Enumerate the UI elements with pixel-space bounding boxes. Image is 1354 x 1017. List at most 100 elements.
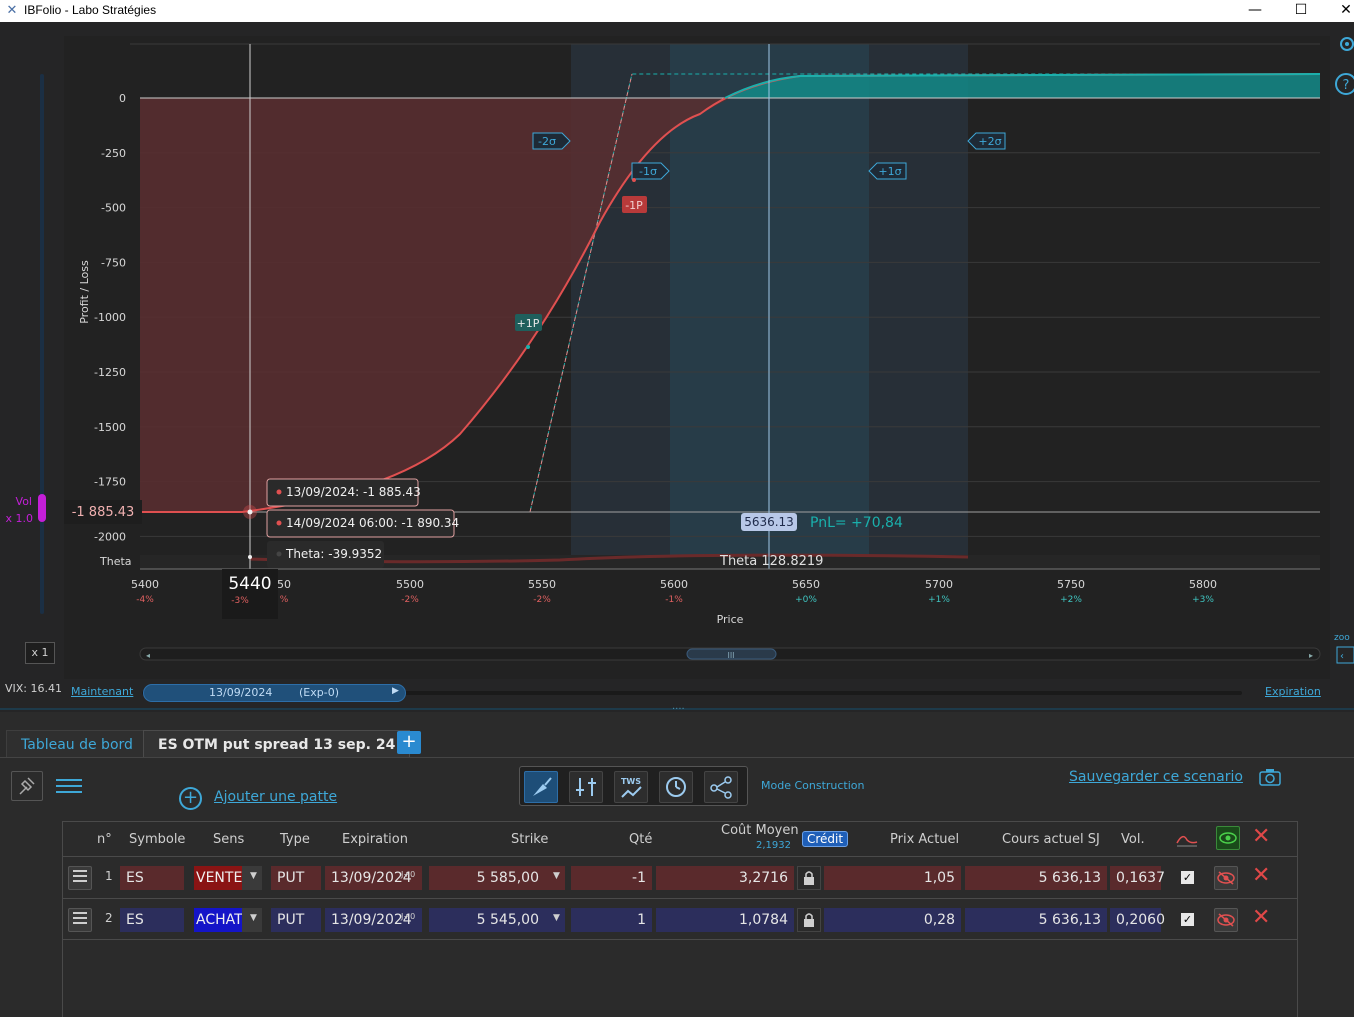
table-row: 2 ES ACHAT ▼ PUT J+0 13/09/2024 5 545,00…: [63, 898, 1297, 940]
symbol-cell[interactable]: ES: [120, 866, 184, 890]
add-leg-plus-icon[interactable]: +: [179, 787, 202, 810]
type-cell[interactable]: PUT: [271, 908, 321, 932]
settings-gear-icon[interactable]: [1340, 37, 1354, 51]
share-button[interactable]: [704, 771, 738, 803]
sigma-marker-minus2[interactable]: -2σ: [532, 132, 571, 150]
camera-icon[interactable]: [1258, 767, 1282, 787]
close-button[interactable]: ✕: [1323, 0, 1354, 22]
strike-cell[interactable]: 5 585,00: [429, 866, 565, 890]
drag-handle-icon[interactable]: [68, 866, 92, 890]
tws-icon: TWS: [621, 777, 642, 798]
header-symbol: Symbole: [129, 832, 186, 847]
sigma-marker-plus2[interactable]: +2σ: [967, 132, 1006, 150]
type-cell[interactable]: PUT: [271, 866, 321, 890]
zoom-reset-button[interactable]: x 1: [25, 642, 55, 664]
vol-slider-track[interactable]: [40, 74, 44, 614]
qty-cell[interactable]: 1: [571, 908, 652, 932]
legs-table: n° Symbole Sens Type Expiration Strike Q…: [62, 821, 1298, 1017]
chevron-down-icon[interactable]: ▼: [553, 871, 560, 881]
zoom-back-icon[interactable]: ‹: [1336, 646, 1354, 664]
x-tick-label: 5600: [660, 578, 688, 591]
maximize-button[interactable]: ☐: [1278, 0, 1324, 22]
tooltip-next-date: 14/09/2024 06:00: -1 890.34: [266, 509, 459, 538]
vol-cell[interactable]: 0,1637: [1110, 866, 1165, 890]
play-icon[interactable]: ▶: [392, 686, 399, 696]
tws-sync-button[interactable]: TWS: [614, 771, 648, 803]
sigma-marker-plus1[interactable]: +1σ: [868, 162, 907, 180]
delete-row-icon[interactable]: ✕: [1252, 906, 1272, 930]
splitter-grip-icon[interactable]: ····: [672, 704, 685, 715]
header-type: Type: [280, 832, 310, 847]
include-checkbox[interactable]: ✓: [1181, 913, 1194, 926]
svg-text:-1σ: -1σ: [639, 165, 657, 178]
hide-eye-icon[interactable]: [1214, 866, 1238, 890]
sens-select[interactable]: ACHAT: [194, 908, 243, 932]
help-icon[interactable]: ?: [1335, 73, 1354, 95]
cursor-point: [247, 509, 253, 515]
x-tick-label: 5650: [792, 578, 820, 591]
price-cell[interactable]: 1,05: [824, 866, 961, 890]
strike-cell[interactable]: 5 545,00: [429, 908, 565, 932]
svg-text:▸: ▸: [1309, 651, 1313, 660]
include-checkbox[interactable]: ✓: [1181, 871, 1194, 884]
delete-all-icon[interactable]: ✕: [1252, 824, 1270, 849]
header-strike: Strike: [511, 832, 549, 847]
x-axis-label: Price: [717, 613, 744, 626]
y-tick-label: -250: [101, 147, 126, 160]
timeline-slider[interactable]: [143, 684, 406, 702]
vol-slider-thumb[interactable]: [38, 494, 46, 522]
sigma-marker-minus1[interactable]: -1σ: [631, 162, 670, 180]
expiration-cell[interactable]: J+0 13/09/2024: [325, 908, 422, 932]
symbol-cell[interactable]: ES: [120, 908, 184, 932]
svg-text:5636.13: 5636.13: [744, 515, 794, 529]
tab-dashboard[interactable]: Tableau de bord: [6, 730, 148, 758]
pin-button[interactable]: [11, 771, 43, 801]
avg-cost-cell[interactable]: 1,0784: [656, 908, 794, 932]
vol-cell[interactable]: 0,2060: [1110, 908, 1165, 932]
hide-eye-icon[interactable]: [1214, 908, 1238, 932]
tooltip-theta: Theta: -39.9352: [267, 541, 384, 568]
minimize-button[interactable]: —: [1232, 0, 1278, 22]
lock-icon[interactable]: [797, 908, 821, 932]
tab-strategy[interactable]: ES OTM put spread 13 sep. 24: [143, 730, 411, 758]
price-cell[interactable]: 0,28: [824, 908, 961, 932]
add-tab-button[interactable]: +: [397, 731, 421, 754]
mode-label: Mode Construction: [761, 779, 865, 792]
add-leg-link[interactable]: Ajouter une patte: [214, 789, 337, 805]
chart-horizontal-scrollbar[interactable]: ◂ ▸ III: [139, 647, 1321, 661]
svg-text:+2σ: +2σ: [978, 135, 1001, 148]
avg-cost-cell[interactable]: 3,2716: [656, 866, 794, 890]
payoff-chart[interactable]: 5400 -4% 50% 5500 -2% 5550 -2% 5600 -1% 5650 +0% 57…: [0, 22, 1354, 712]
cursor-pnl-badge: -1 885.43: [64, 500, 142, 524]
chevron-down-icon[interactable]: ▼: [553, 913, 560, 923]
zoom-label: zoo: [1334, 633, 1350, 643]
underlying-cell[interactable]: 5 636,13: [965, 908, 1107, 932]
app-logo-icon: ✕: [6, 3, 18, 18]
header-vol: Vol.: [1121, 832, 1145, 847]
lock-icon[interactable]: [797, 866, 821, 890]
expiration-cell[interactable]: J+0 13/09/2024: [325, 866, 422, 890]
svg-text:-1P: -1P: [625, 199, 643, 212]
x-tick-label: 5750: [1057, 578, 1085, 591]
drag-handle-icon[interactable]: [68, 908, 92, 932]
save-scenario-link[interactable]: Sauvegarder ce scenario: [1069, 769, 1243, 785]
sens-select[interactable]: VENTE: [194, 866, 242, 890]
adjust-mode-button[interactable]: [569, 771, 603, 803]
delete-row-icon[interactable]: ✕: [1252, 864, 1272, 888]
credit-badge[interactable]: Crédit: [802, 831, 849, 847]
hamburger-menu-icon[interactable]: [56, 775, 82, 797]
trowel-icon: [533, 777, 552, 796]
now-link[interactable]: Maintenant: [71, 685, 133, 698]
construction-mode-button[interactable]: [524, 771, 558, 803]
greek-chart-icon[interactable]: [1175, 828, 1199, 852]
qty-cell[interactable]: -1: [571, 866, 652, 890]
x-tick-label: 5800: [1189, 578, 1217, 591]
history-button[interactable]: [659, 771, 693, 803]
x-tick-label: 50: [277, 578, 291, 591]
underlying-cell[interactable]: 5 636,13: [965, 866, 1107, 890]
show-all-eye-icon[interactable]: [1216, 826, 1240, 850]
y-tick-label: -750: [101, 256, 126, 269]
svg-text:+1σ: +1σ: [878, 165, 901, 178]
profit-area: [725, 74, 1320, 98]
expiration-link[interactable]: Expiration: [1265, 685, 1321, 698]
